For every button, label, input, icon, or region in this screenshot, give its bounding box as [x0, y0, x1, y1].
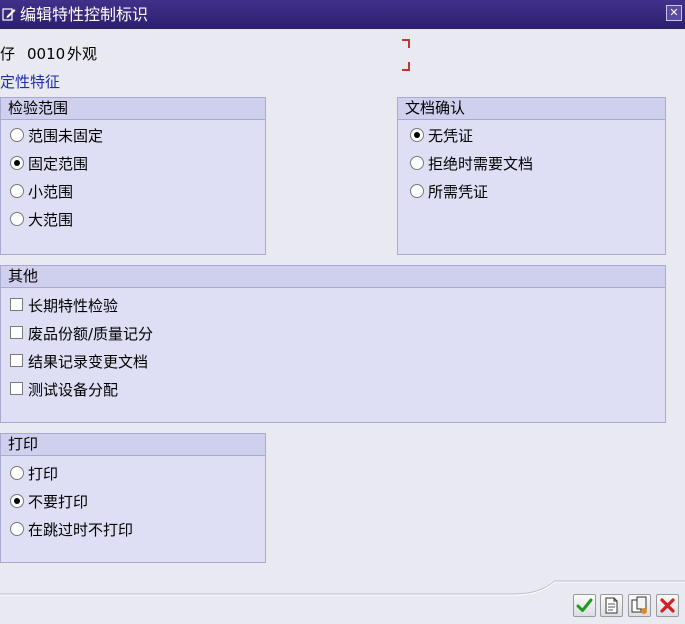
- checkbox[interactable]: [10, 382, 23, 395]
- radio-label: 不要打印: [28, 493, 89, 511]
- field-marker-bottom: [402, 62, 410, 71]
- checkbox-label: 结果记录变更文档: [28, 353, 149, 371]
- radio-button-selected[interactable]: [410, 128, 424, 142]
- copy-document-icon: [631, 596, 647, 614]
- checkbox-label: 废品份额/质量记分: [28, 325, 154, 343]
- other-group: 其他 长期特性检验 废品份额/质量记分 结果记录变更文档 测试设备分配: [0, 265, 666, 423]
- characteristic-code: 0010: [27, 45, 66, 63]
- radio-label: 大范围: [28, 211, 74, 229]
- document-icon: [605, 597, 618, 614]
- close-icon[interactable]: ✕: [666, 5, 682, 21]
- radio-label: 小范围: [28, 183, 74, 201]
- radio-button-selected[interactable]: [10, 156, 24, 170]
- print-group: 打印 打印 不要打印 在跳过时不打印: [0, 433, 266, 563]
- inspection-scope-group: 检验范围 范围未固定 固定范围 小范围 大范围: [0, 97, 266, 255]
- radio-label: 固定范围: [28, 155, 89, 173]
- radio-button[interactable]: [410, 184, 424, 198]
- radio-button[interactable]: [10, 466, 24, 480]
- radio-label: 无凭证: [428, 127, 474, 145]
- cancel-x-icon: [660, 598, 675, 613]
- radio-label: 范围未固定: [28, 127, 104, 145]
- edit-document-icon: [2, 8, 16, 21]
- document-confirmation-title: 文档确认: [398, 98, 665, 120]
- checkbox-label: 测试设备分配: [28, 381, 119, 399]
- radio-label: 在跳过时不打印: [28, 521, 134, 539]
- other-title: 其他: [1, 266, 665, 288]
- title-bar: 编辑特性控制标识 ✕: [0, 0, 685, 29]
- field-label: 仔: [0, 45, 16, 63]
- radio-button[interactable]: [10, 522, 24, 536]
- checkbox[interactable]: [10, 298, 23, 311]
- radio-button[interactable]: [10, 212, 24, 226]
- radio-label: 所需凭证: [428, 183, 489, 201]
- cancel-button[interactable]: [656, 594, 679, 617]
- checkbox[interactable]: [10, 354, 23, 367]
- checkbox-label: 长期特性检验: [28, 297, 119, 315]
- radio-label: 拒绝时需要文档: [428, 155, 534, 173]
- radio-button[interactable]: [10, 184, 24, 198]
- radio-button[interactable]: [410, 156, 424, 170]
- checkbox[interactable]: [10, 326, 23, 339]
- characteristic-description: 外观: [67, 45, 98, 63]
- confirm-button[interactable]: [573, 594, 596, 617]
- qualitative-characteristic-link[interactable]: 定性特征: [0, 72, 60, 92]
- window-title: 编辑特性控制标识: [20, 5, 149, 24]
- radio-button[interactable]: [10, 128, 24, 142]
- radio-button-selected[interactable]: [10, 494, 24, 508]
- inspection-scope-title: 检验范围: [1, 98, 265, 120]
- document-confirmation-group: 文档确认 无凭证 拒绝时需要文档 所需凭证: [397, 97, 666, 255]
- field-marker-top: [402, 39, 410, 48]
- radio-label: 打印: [28, 465, 59, 483]
- copy-document-button[interactable]: [628, 594, 651, 617]
- print-title: 打印: [1, 434, 265, 456]
- confirm-check-icon: [576, 598, 593, 612]
- document-button[interactable]: [600, 594, 623, 617]
